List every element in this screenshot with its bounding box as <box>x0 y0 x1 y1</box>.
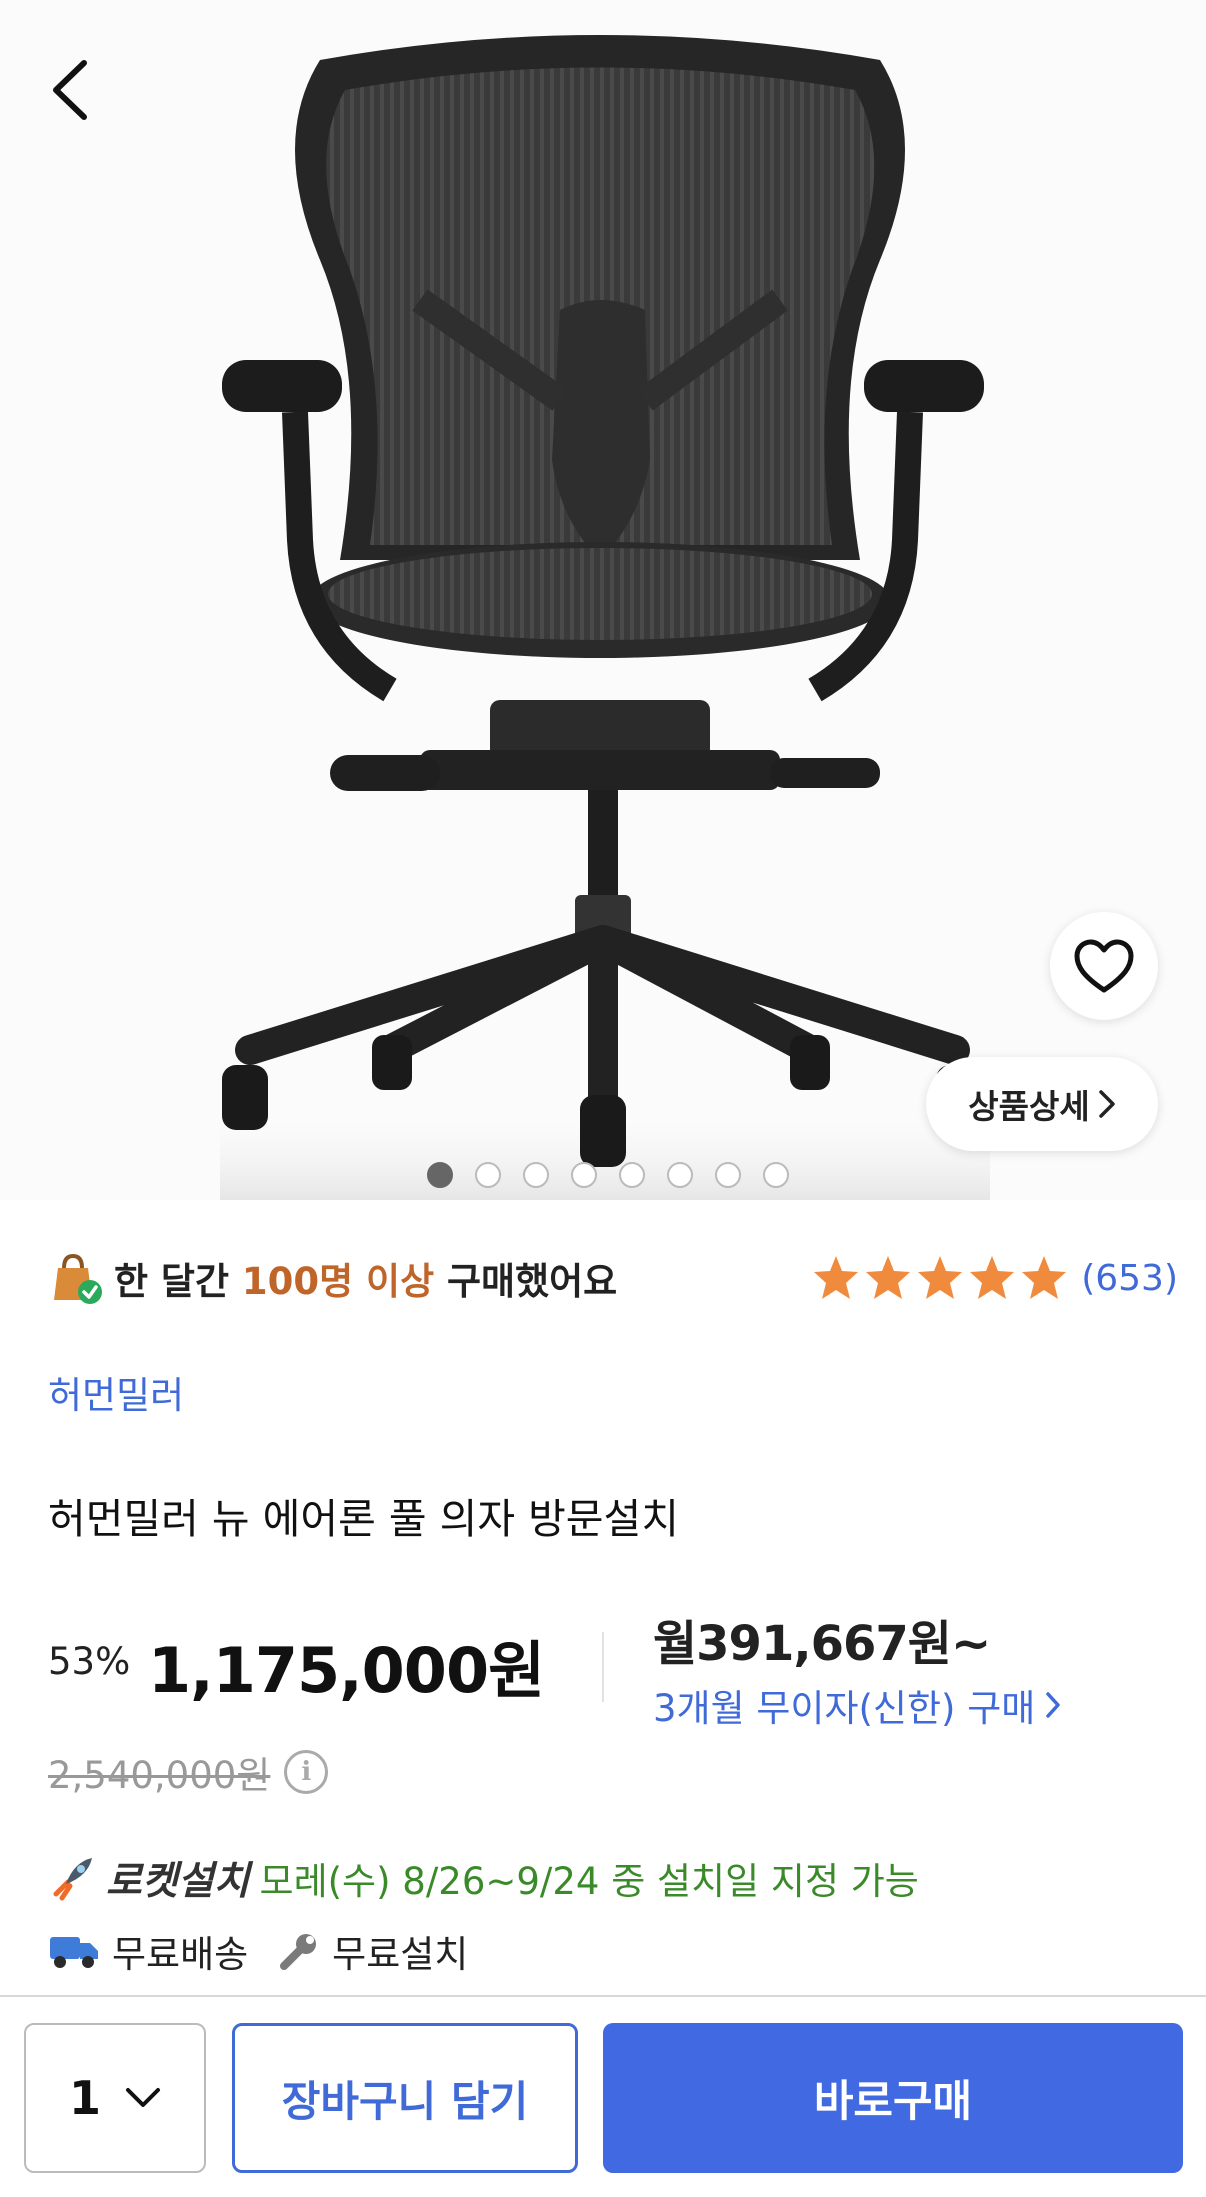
chevron-right-icon <box>1046 1692 1061 1718</box>
rating[interactable]: (653) <box>811 1253 1178 1303</box>
heart-outline-icon <box>1074 939 1134 993</box>
chevron-left-icon <box>53 60 87 120</box>
rating-stars <box>811 1253 1069 1303</box>
price-divider <box>602 1632 604 1702</box>
gallery-dot[interactable] <box>763 1162 789 1188</box>
wrench-icon <box>280 1934 317 1970</box>
monthly-price: 월391,667원~ <box>653 1616 991 1672</box>
product-image <box>0 0 1206 1200</box>
review-count[interactable]: (653) <box>1081 1258 1178 1299</box>
original-price: 2,540,000원 <box>48 1754 271 1797</box>
price-row: 53% 1,175,000원 월391,667원~ 3개월 무이자(신한) 구매 <box>48 1610 1178 1730</box>
star-icon <box>970 1256 1015 1299</box>
popularity-highlight: 100명 이상 <box>241 1260 435 1303</box>
shopping-bag-check-icon <box>48 1250 104 1306</box>
popularity-row: 한 달간 100명 이상 구매했어요 (653) <box>48 1248 1178 1308</box>
wishlist-button[interactable] <box>1050 912 1158 1020</box>
info-icon[interactable]: i <box>284 1750 329 1794</box>
popularity-prefix: 한 달간 <box>114 1260 242 1303</box>
gallery-dot[interactable] <box>571 1162 597 1188</box>
install-date-text: 모레(수) 8/26~9/24 중 설치일 지정 가능 <box>259 1860 919 1903</box>
free-install-label: 무료설치 <box>332 1933 469 1976</box>
popularity-suffix: 구매했어요 <box>434 1260 618 1303</box>
original-price-row: 2,540,000원 i <box>48 1745 329 1799</box>
installment-label: 3개월 무이자(신한) 구매 <box>653 1687 1036 1730</box>
star-icon <box>918 1256 963 1299</box>
back-button[interactable] <box>40 55 100 125</box>
product-detail-label: 상품상세 <box>968 1087 1090 1126</box>
truck-icon <box>50 1937 98 1968</box>
chevron-right-icon <box>1098 1090 1115 1118</box>
chevron-down-icon <box>126 2088 160 2107</box>
gallery-dot[interactable] <box>715 1162 741 1188</box>
star-icon <box>866 1256 911 1299</box>
buy-now-button[interactable]: 바로구매 <box>603 2023 1183 2173</box>
product-image-gallery[interactable]: 상품상세 <box>0 0 1206 1200</box>
purchase-bar: 1 장바구니 담기 바로구매 <box>0 1995 1206 2197</box>
rocket-install-label: 로켓설치 <box>106 1859 250 1904</box>
installment-link[interactable]: 3개월 무이자(신한) 구매 <box>653 1678 1061 1732</box>
star-icon <box>814 1256 859 1299</box>
free-shipping-label: 무료배송 <box>112 1933 249 1976</box>
gallery-dot[interactable] <box>667 1162 693 1188</box>
product-detail-button[interactable]: 상품상세 <box>926 1057 1158 1151</box>
popularity-text: 한 달간 100명 이상 구매했어요 <box>114 1251 617 1305</box>
quantity-value: 1 <box>68 2071 101 2125</box>
gallery-dot[interactable] <box>475 1162 501 1188</box>
discount-rate: 53% <box>48 1640 131 1683</box>
gallery-dot[interactable] <box>619 1162 645 1188</box>
gallery-dot[interactable] <box>427 1162 453 1188</box>
gallery-dot[interactable] <box>523 1162 549 1188</box>
sale-price: 1,175,000원 <box>148 1634 545 1707</box>
shipping-row: 무료배송 무료설치 <box>48 1924 486 1978</box>
gallery-pagination <box>0 1162 1206 1188</box>
quantity-select[interactable]: 1 <box>24 2023 206 2173</box>
rocket-icon <box>53 1858 92 1901</box>
rocket-install-row: 로켓설치 모레(수) 8/26~9/24 중 설치일 지정 가능 <box>48 1850 919 1906</box>
star-icon <box>1022 1256 1067 1299</box>
product-title: 허먼밀러 뉴 에어론 풀 의자 방문설치 <box>48 1495 679 1543</box>
brand-link[interactable]: 허먼밀러 <box>48 1365 184 1419</box>
add-to-cart-button[interactable]: 장바구니 담기 <box>232 2023 578 2173</box>
